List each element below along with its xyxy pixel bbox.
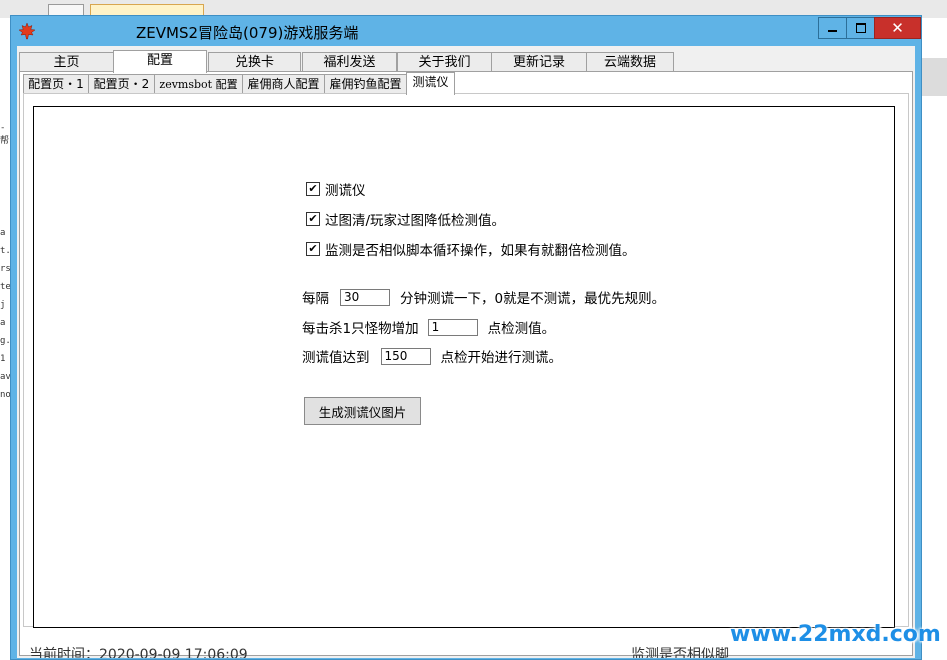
close-button[interactable]: ✕ bbox=[874, 17, 921, 39]
subtab-config-page-2[interactable]: 配置页・2 bbox=[88, 74, 155, 94]
interval-input[interactable] bbox=[340, 288, 390, 306]
config-tab-panel: 配置页・1 配置页・2 zevmsbot 配置 雇佣商人配置 雇佣钓鱼配置 测谎… bbox=[19, 71, 913, 656]
checkbox-map-reduce[interactable]: ✔ bbox=[306, 212, 320, 226]
subtab-fishing-config[interactable]: 雇佣钓鱼配置 bbox=[324, 74, 407, 94]
tab-cloud-data[interactable]: 云端数据 bbox=[586, 52, 674, 72]
tab-changelog[interactable]: 更新记录 bbox=[491, 52, 587, 72]
checkmark-icon: ✔ bbox=[308, 182, 318, 195]
tab-about[interactable]: 关于我们 bbox=[397, 52, 492, 72]
maple-leaf-icon bbox=[18, 22, 36, 40]
tab-config[interactable]: 配置 bbox=[113, 50, 207, 73]
interval-suffix-label: 分钟测谎一下，0就是不测谎，最优先规则。 bbox=[400, 291, 666, 307]
subtab-merchant-config[interactable]: 雇佣商人配置 bbox=[242, 74, 325, 94]
generate-image-button[interactable]: 生成测谎仪图片 bbox=[304, 397, 421, 425]
app-window: ZEVMS2冒险岛(079)游戏服务端 ✕ 主页 配置 兑换卡 福利发送 关于我… bbox=[10, 15, 922, 660]
interval-setting-row: 每隔 分钟测谎一下，0就是不测谎，最优先规则。 bbox=[302, 287, 665, 307]
tab-home[interactable]: 主页 bbox=[19, 52, 114, 72]
window-client-area: 主页 配置 兑换卡 福利发送 关于我们 更新记录 云端数据 配置页・1 配置页・… bbox=[17, 46, 915, 658]
checkbox-label: 测谎仪 bbox=[325, 183, 366, 199]
checkbox-row-enable[interactable]: ✔ 测谎仪 bbox=[306, 180, 366, 199]
threshold-setting-row: 测谎值达到 点检开始进行测谎。 bbox=[302, 346, 562, 366]
maximize-button[interactable] bbox=[846, 17, 875, 39]
checkbox-label: 监测是否相似脚本循环操作，如果有就翻倍检测值。 bbox=[325, 243, 636, 259]
tab-redeem-card[interactable]: 兑换卡 bbox=[208, 52, 301, 72]
title-bar[interactable]: ZEVMS2冒险岛(079)游戏服务端 ✕ bbox=[11, 16, 921, 46]
minimize-icon bbox=[828, 30, 837, 32]
checkmark-icon: ✔ bbox=[308, 242, 318, 255]
lie-detector-panel: ✔ 测谎仪 ✔ 过图清/玩家过图降低检测值。 ✔ 监测是否相似脚本循环操作，如果… bbox=[23, 93, 909, 628]
subtab-zevmsbot-config[interactable]: zevmsbot 配置 bbox=[154, 74, 243, 94]
minimize-button[interactable] bbox=[818, 17, 847, 39]
subtab-lie-detector[interactable]: 测谎仪 bbox=[406, 72, 455, 95]
interval-prefix-label: 每隔 bbox=[302, 291, 329, 307]
checkbox-enable[interactable]: ✔ bbox=[306, 182, 320, 196]
kill-increment-row: 每击杀1只怪物增加 点检测值。 bbox=[302, 317, 555, 337]
checkmark-icon: ✔ bbox=[308, 212, 318, 225]
checkbox-script-detect[interactable]: ✔ bbox=[306, 242, 320, 256]
maximize-icon bbox=[855, 23, 866, 33]
threshold-suffix-label: 点检开始进行测谎。 bbox=[440, 350, 563, 366]
threshold-input[interactable] bbox=[380, 347, 431, 365]
window-controls: ✕ bbox=[818, 17, 921, 39]
kill-prefix-label: 每击杀1只怪物增加 bbox=[302, 321, 419, 337]
script-detect-status: 监测是否相似脚 bbox=[631, 647, 729, 658]
checkbox-label: 过图清/玩家过图降低检测值。 bbox=[325, 213, 506, 229]
kill-increment-input[interactable] bbox=[427, 318, 478, 336]
kill-suffix-label: 点检测值。 bbox=[487, 321, 556, 337]
threshold-prefix-label: 测谎值达到 bbox=[302, 350, 370, 366]
background-right-panel bbox=[922, 18, 947, 660]
site-watermark: www.22mxd.com bbox=[730, 622, 941, 647]
tab-welfare[interactable]: 福利发送 bbox=[302, 52, 397, 72]
current-time-status: 当前时间：2020-09-09 17:06:09 bbox=[29, 647, 248, 658]
lie-detector-settings-box: ✔ 测谎仪 ✔ 过图清/玩家过图降低检测值。 ✔ 监测是否相似脚本循环操作，如果… bbox=[33, 106, 895, 628]
close-icon: ✕ bbox=[891, 19, 904, 37]
window-title: ZEVMS2冒险岛(079)游戏服务端 bbox=[136, 24, 359, 42]
subtab-config-page-1[interactable]: 配置页・1 bbox=[23, 74, 89, 94]
checkbox-row-script-detect[interactable]: ✔ 监测是否相似脚本循环操作，如果有就翻倍检测值。 bbox=[306, 240, 636, 259]
checkbox-row-map-reduce[interactable]: ✔ 过图清/玩家过图降低检测值。 bbox=[306, 210, 506, 229]
